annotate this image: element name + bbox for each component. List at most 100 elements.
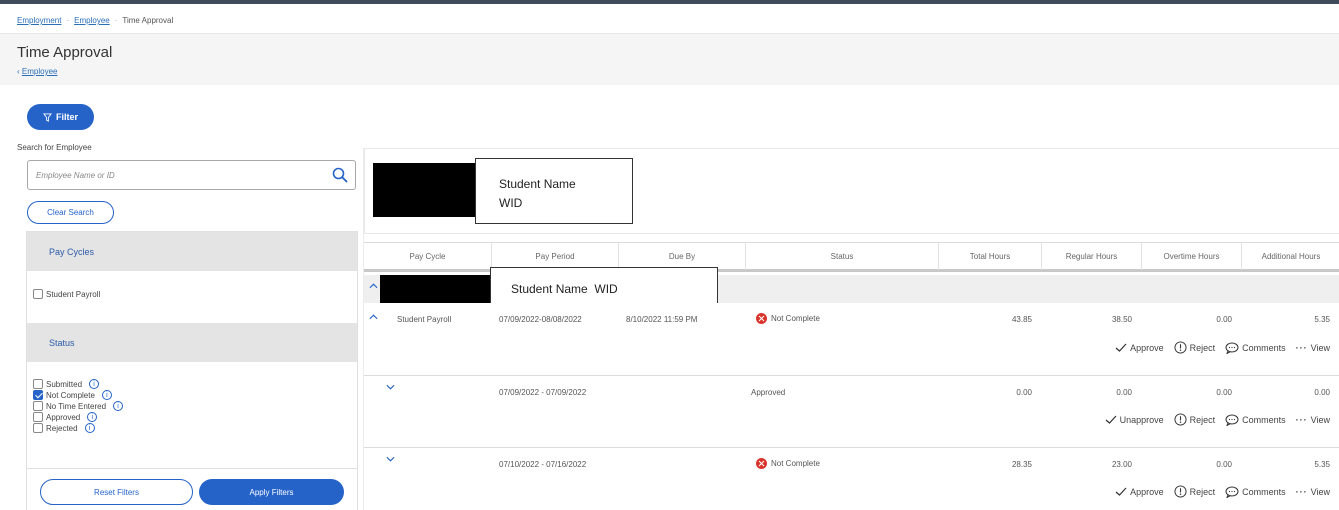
clear-search-button[interactable]: Clear Search — [27, 201, 114, 224]
search-input[interactable] — [36, 168, 326, 183]
cell-total-hours: 43.85 — [1011, 315, 1032, 324]
reject-button[interactable]: Reject — [1174, 413, 1215, 426]
reject-button[interactable]: Reject — [1174, 485, 1215, 498]
cell-total-hours: 0.00 — [1016, 388, 1032, 397]
pay-cycle-option-student-payroll[interactable]: Student Payroll — [33, 289, 100, 299]
alert-circle-icon — [1174, 485, 1187, 498]
checkbox[interactable] — [33, 289, 43, 299]
status-option-not-complete[interactable]: Not Complete i — [33, 390, 112, 400]
table-row: 07/10/2022 - 07/16/2022 Not Complete 28.… — [364, 448, 1339, 510]
reject-button[interactable]: Reject — [1174, 341, 1215, 354]
search-box — [27, 160, 356, 190]
cell-overtime-hours: 0.00 — [1216, 315, 1232, 324]
redacted-name — [380, 275, 494, 303]
info-icon[interactable]: i — [101, 390, 112, 400]
col-due-by[interactable]: Due By — [619, 243, 746, 270]
cell-pay-cycle: Student Payroll — [397, 315, 452, 324]
checkbox[interactable] — [33, 412, 43, 422]
checkmark-icon — [1105, 415, 1117, 424]
comment-icon — [1225, 342, 1239, 354]
error-icon — [756, 313, 767, 324]
info-icon[interactable]: i — [84, 423, 95, 433]
checkbox[interactable] — [33, 423, 43, 433]
status-option-no-time-entered[interactable]: No Time Entered i — [33, 401, 124, 411]
cell-total-hours: 28.35 — [1011, 460, 1032, 469]
cell-status: Not Complete — [756, 458, 820, 469]
chevron-down-icon[interactable] — [386, 384, 395, 391]
view-button[interactable]: ··· View — [1296, 487, 1330, 497]
breadcrumb-employment[interactable]: Employment — [17, 16, 61, 25]
status-option-submitted[interactable]: Submitted i — [33, 379, 100, 389]
info-icon[interactable]: i — [113, 401, 124, 411]
cell-regular-hours: 0.00 — [1116, 388, 1132, 397]
employee-name-box: Student Name WID — [475, 158, 633, 224]
error-icon — [756, 458, 767, 469]
alert-circle-icon — [1174, 341, 1187, 354]
col-pay-cycle[interactable]: Pay Cycle — [364, 243, 492, 270]
redacted-photo — [373, 163, 475, 217]
row-actions: Approve Reject Comments ··· View — [1115, 485, 1330, 498]
col-status[interactable]: Status — [746, 243, 939, 270]
view-button[interactable]: ··· View — [1296, 343, 1330, 353]
comment-icon — [1225, 414, 1239, 426]
col-overtime-hours[interactable]: Overtime Hours — [1142, 243, 1242, 270]
comments-button[interactable]: Comments — [1225, 486, 1286, 498]
status-option-approved[interactable]: Approved i — [33, 412, 98, 422]
chevron-left-icon: ‹ — [17, 67, 20, 76]
search-icon[interactable] — [332, 167, 348, 183]
cell-additional-hours: 0.00 — [1314, 388, 1330, 397]
col-additional-hours[interactable]: Additional Hours — [1242, 243, 1339, 270]
row-actions: Approve Reject Comments ··· View — [1115, 341, 1330, 354]
cell-additional-hours: 5.35 — [1314, 315, 1330, 324]
employee-id: WID — [499, 196, 523, 210]
filter-panel: Pay Cycles Student Payroll Status Submit… — [26, 231, 358, 510]
alert-circle-icon — [1174, 413, 1187, 426]
cell-regular-hours: 38.50 — [1111, 315, 1132, 324]
chevron-up-icon[interactable] — [369, 282, 378, 289]
view-button[interactable]: ··· View — [1296, 415, 1330, 425]
more-dots-icon: ··· — [1295, 342, 1308, 353]
row-actions: Unapprove Reject Comments ··· View — [1105, 413, 1330, 426]
apply-filters-button[interactable]: Apply Filters — [199, 479, 344, 505]
status-option-rejected[interactable]: Rejected i — [33, 423, 95, 433]
chevron-up-icon[interactable] — [369, 313, 378, 320]
col-regular-hours[interactable]: Regular Hours — [1042, 243, 1142, 270]
checkbox[interactable] — [33, 379, 43, 389]
employee-group-header[interactable]: Student Name WID — [364, 267, 1339, 309]
approve-button[interactable]: Approve — [1115, 487, 1164, 497]
employee-name: Student Name — [499, 177, 576, 191]
filter-button-label: Filter — [55, 112, 78, 122]
checkmark-icon — [1115, 487, 1127, 496]
cell-status: Not Complete — [756, 313, 820, 324]
panel-divider — [27, 468, 357, 469]
col-total-hours[interactable]: Total Hours — [939, 243, 1042, 270]
unapprove-button[interactable]: Unapprove — [1105, 415, 1164, 425]
filter-icon — [42, 112, 52, 122]
reset-filters-button[interactable]: Reset Filters — [40, 479, 193, 505]
table-row: Student Payroll 07/09/2022-08/08/2022 8/… — [364, 303, 1339, 376]
table-row: 07/09/2022 - 07/09/2022 Approved 0.00 0.… — [364, 376, 1339, 448]
checkbox-checked[interactable] — [33, 390, 43, 400]
page-title: Time Approval — [17, 44, 113, 61]
info-icon[interactable]: i — [89, 379, 100, 389]
info-icon[interactable]: i — [87, 412, 98, 422]
cell-pay-period: 07/10/2022 - 07/16/2022 — [499, 460, 587, 469]
approve-button[interactable]: Approve — [1115, 343, 1164, 353]
cell-regular-hours: 23.00 — [1111, 460, 1132, 469]
breadcrumb-employee[interactable]: Employee — [74, 16, 110, 25]
comments-button[interactable]: Comments — [1225, 414, 1286, 426]
top-bar — [0, 0, 1339, 4]
cell-pay-period: 07/09/2022-08/08/2022 — [499, 315, 582, 324]
group-name: Student Name WID — [511, 282, 618, 296]
search-label: Search for Employee — [17, 143, 92, 152]
col-pay-period[interactable]: Pay Period — [492, 243, 619, 270]
breadcrumb-current: Time Approval — [122, 16, 174, 25]
back-link-label: Employee — [21, 67, 58, 76]
chevron-down-icon[interactable] — [386, 456, 395, 463]
page-header: Time Approval ‹ Employee — [0, 33, 1339, 85]
checkbox[interactable] — [33, 401, 43, 411]
filter-button[interactable]: Filter — [27, 104, 94, 130]
back-link[interactable]: ‹ Employee — [17, 67, 57, 76]
comments-button[interactable]: Comments — [1225, 342, 1286, 354]
comment-icon — [1225, 486, 1239, 498]
